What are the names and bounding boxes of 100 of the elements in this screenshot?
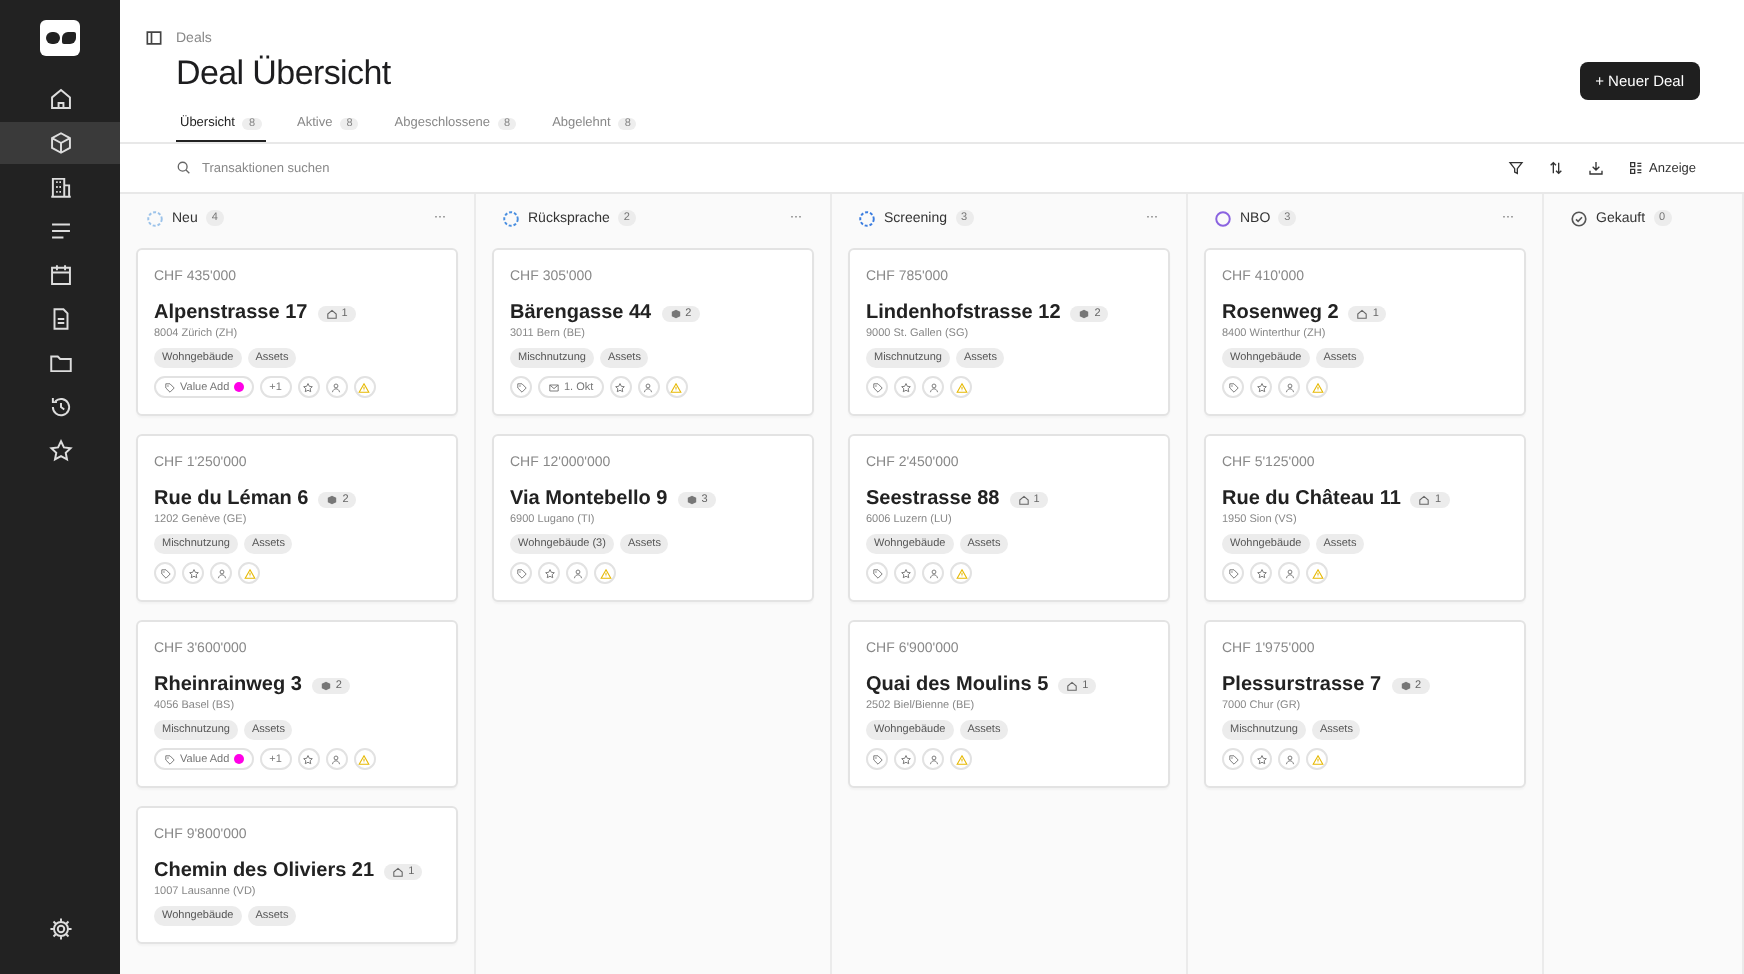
person-icon (215, 567, 227, 579)
logo-icon (40, 20, 80, 56)
person-icon (1283, 753, 1295, 765)
assignee-button[interactable] (1278, 562, 1300, 584)
warning-icon (670, 381, 683, 393)
label-chip[interactable] (1222, 748, 1244, 770)
warning-icon (599, 567, 611, 579)
cube-icon (326, 493, 339, 505)
house-icon (1418, 493, 1431, 505)
warning-button[interactable] (665, 376, 688, 398)
sidebar-toggle-icon[interactable] (144, 28, 164, 48)
assignee-button[interactable] (566, 562, 588, 584)
deal-title: Lindenhofstrasse 12 (866, 302, 1061, 324)
person-icon (927, 753, 939, 765)
label-chip[interactable] (1222, 376, 1244, 398)
warning-icon (358, 753, 371, 765)
label-chip[interactable] (1222, 562, 1244, 584)
home-icon (47, 86, 73, 112)
star-button[interactable] (297, 376, 320, 398)
star-button[interactable] (609, 376, 632, 398)
cube-icon (685, 493, 698, 505)
tag-icon (871, 567, 883, 579)
star-button[interactable] (894, 562, 916, 584)
star-icon (1255, 381, 1267, 393)
sort-icon[interactable] (1547, 160, 1563, 176)
cube-icon (319, 679, 332, 691)
star-button[interactable] (1250, 562, 1272, 584)
warning-button[interactable] (1306, 748, 1328, 770)
folder-icon (47, 350, 73, 376)
label-chip[interactable] (866, 562, 888, 584)
warning-button[interactable] (594, 562, 616, 584)
star-button[interactable] (538, 562, 560, 584)
assignee-button[interactable] (637, 376, 660, 398)
deal-title: Alpenstrasse 17 (154, 302, 308, 324)
warning-icon (1311, 567, 1323, 579)
tag-icon (871, 753, 883, 765)
house-icon (1017, 493, 1030, 505)
download-icon[interactable] (1587, 160, 1603, 176)
warning-button[interactable] (238, 562, 260, 584)
assignee-button[interactable] (922, 376, 944, 398)
assignee-button[interactable] (922, 562, 944, 584)
assignee-button[interactable] (1278, 376, 1300, 398)
tag-icon (871, 381, 883, 393)
deal-title: Seestrasse 88 (866, 488, 1000, 510)
sidebar-item[interactable] (0, 122, 120, 164)
house-icon (325, 307, 338, 319)
label-chip[interactable] (510, 376, 532, 398)
warning-icon (955, 753, 967, 765)
deal-title: Plessurstrasse 7 (1222, 674, 1382, 696)
deal-title: Chemin des Oliviers 21 (154, 860, 375, 882)
star-button[interactable] (894, 376, 916, 398)
tag-icon (164, 753, 176, 765)
cube-icon (1399, 679, 1412, 691)
deal-title: Quai des Moulins 5 (866, 674, 1049, 696)
assignee-button[interactable] (1278, 748, 1300, 770)
warning-button[interactable] (950, 376, 972, 398)
list-icon (47, 218, 73, 244)
tag-icon (515, 567, 527, 579)
star-button[interactable] (894, 748, 916, 770)
star-button[interactable] (297, 748, 320, 770)
assignee-button[interactable] (325, 376, 348, 398)
warning-button[interactable] (1306, 376, 1328, 398)
filter-icon[interactable] (1507, 160, 1523, 176)
warning-button[interactable] (353, 376, 376, 398)
star-icon (614, 381, 627, 393)
star-button[interactable] (1250, 376, 1272, 398)
building-icon (47, 174, 73, 200)
calendar-icon (47, 262, 73, 288)
tag-icon (515, 381, 527, 393)
star-icon (302, 381, 315, 393)
warning-icon (1311, 753, 1323, 765)
tag-icon (1227, 753, 1239, 765)
warning-icon (243, 567, 255, 579)
star-icon (302, 753, 315, 765)
deal-title: Rheinrainweg 3 (154, 674, 302, 696)
warning-button[interactable] (353, 748, 376, 770)
label-chip[interactable] (866, 376, 888, 398)
warning-button[interactable] (950, 562, 972, 584)
grid-icon (1627, 160, 1643, 176)
star-button[interactable] (182, 562, 204, 584)
person-icon (927, 381, 939, 393)
label-chip[interactable] (154, 562, 176, 584)
assignee-button[interactable] (922, 748, 944, 770)
label-chip[interactable] (866, 748, 888, 770)
deal-title: Bärengasse 44 (510, 302, 652, 324)
tag-icon (1227, 381, 1239, 393)
warning-icon (955, 567, 967, 579)
tag-icon (159, 567, 171, 579)
warning-icon (1311, 381, 1323, 393)
warning-icon (955, 381, 967, 393)
label-chip[interactable] (510, 562, 532, 584)
deal-title: Rosenweg 2 (1222, 302, 1339, 324)
warning-button[interactable] (1306, 562, 1328, 584)
warning-button[interactable] (950, 748, 972, 770)
assignee-button[interactable] (325, 748, 348, 770)
box-icon (47, 130, 73, 156)
assignee-button[interactable] (210, 562, 232, 584)
star-button[interactable] (1250, 748, 1272, 770)
star-icon (1255, 753, 1267, 765)
person-icon (927, 567, 939, 579)
